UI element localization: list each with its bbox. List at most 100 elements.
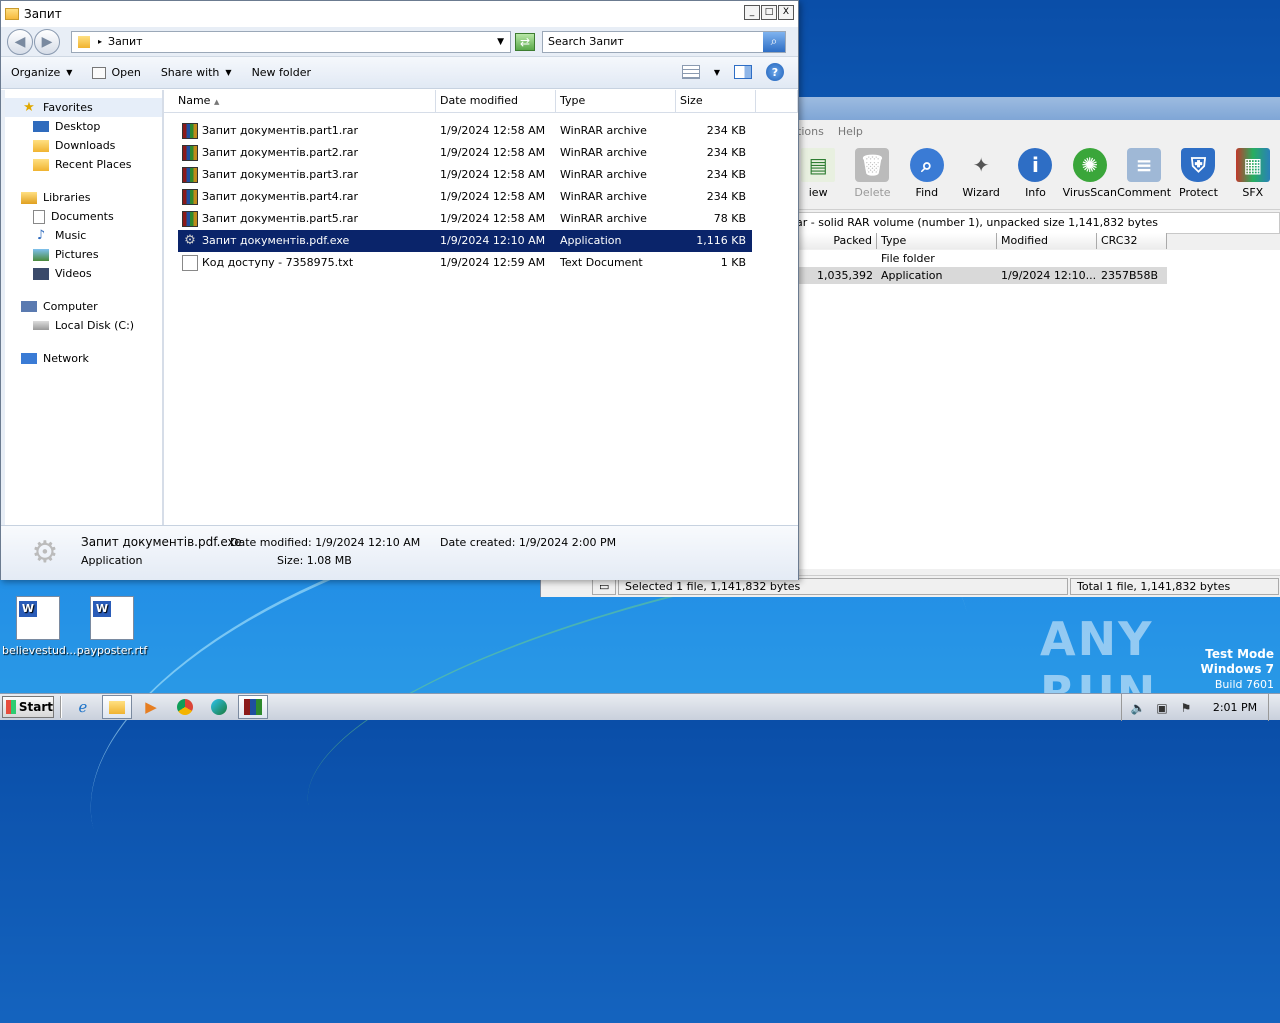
sfx-button[interactable]: ▦ SFX — [1226, 142, 1280, 209]
downloads-folder-icon — [33, 139, 49, 152]
open-icon — [92, 66, 107, 79]
drive-icon[interactable]: ▭ — [592, 578, 616, 595]
search-button[interactable]: ⌕ — [763, 31, 785, 52]
nav-label: Local Disk (C:) — [55, 319, 135, 332]
chevron-down-icon[interactable]: ▼ — [714, 68, 720, 77]
col-extra[interactable] — [756, 90, 798, 112]
col-packed[interactable]: Packed — [799, 233, 877, 249]
explorer-titlebar[interactable]: Запит _ □ X — [1, 1, 798, 27]
packed-cell — [799, 250, 877, 267]
col-type[interactable]: Type — [556, 90, 676, 112]
ie-icon[interactable]: ℯ — [68, 695, 98, 719]
open-button[interactable]: Open — [92, 66, 141, 79]
col-type[interactable]: Type — [877, 233, 997, 249]
clock[interactable]: 2:01 PM — [1202, 701, 1268, 714]
recent-places-icon — [33, 158, 49, 171]
nav-computer[interactable]: Computer — [1, 297, 162, 316]
file-type: WinRAR archive — [560, 124, 647, 137]
nav-favorites[interactable]: ★ Favorites — [1, 98, 162, 117]
protect-button[interactable]: ⛨ Protect — [1171, 142, 1225, 209]
nav-desktop[interactable]: Desktop — [1, 117, 162, 136]
details-date-modified: Date modified: 1/9/2024 12:10 AM — [230, 536, 421, 549]
navigation-pane[interactable]: ★ Favorites Desktop Downloads Recent Plac… — [1, 90, 163, 525]
show-desktop-button[interactable] — [1268, 694, 1280, 721]
edge-icon[interactable] — [204, 695, 234, 719]
delete-button[interactable]: 🗑 Delete — [845, 142, 899, 209]
address-bar[interactable]: ▸ Запит ▼ — [71, 30, 511, 53]
list-item[interactable]: 1,035,392 Application 1/9/2024 12:10... … — [799, 267, 1167, 284]
col-modified[interactable]: Modified — [997, 233, 1097, 249]
search-box: ⌕ — [542, 30, 786, 53]
minimize-button[interactable]: _ — [744, 5, 760, 20]
search-input[interactable] — [543, 32, 763, 51]
speaker-icon[interactable]: 🔈 — [1130, 701, 1146, 715]
help-icon[interactable]: ? — [766, 63, 784, 81]
file-row-selected[interactable]: ⚙ Запит документів.pdf.exe 1/9/2024 12:10 … — [178, 230, 752, 252]
desktop-icon-payposter[interactable]: W payposter.rtf — [76, 596, 148, 657]
col-size[interactable]: Size — [676, 90, 756, 112]
network-tray-icon[interactable]: ▣ — [1154, 701, 1170, 715]
open-label: Open — [111, 66, 141, 79]
view-controls: ▼ ? — [681, 63, 784, 81]
back-button[interactable]: ◀ — [7, 28, 33, 55]
nav-libraries[interactable]: Libraries — [1, 188, 162, 207]
shield-icon: ⛨ — [1181, 148, 1216, 182]
test-mode-line: Test Mode — [1205, 647, 1274, 661]
find-button[interactable]: ⌕ Find — [900, 142, 954, 209]
info-button[interactable]: i Info — [1008, 142, 1062, 209]
col-crc32[interactable]: CRC32 — [1097, 233, 1167, 249]
share-with-button[interactable]: Share with ▼ — [161, 66, 232, 79]
file-name: Запит документів.part3.rar — [202, 168, 359, 181]
breadcrumb[interactable]: Запит — [108, 35, 497, 48]
desktop-icon-label: believestud... — [2, 644, 77, 657]
file-row[interactable]: Запит документів.part3.rar 1/9/2024 12:58… — [178, 164, 752, 186]
virusscan-button[interactable]: ✺ VirusScan — [1063, 142, 1117, 209]
file-row[interactable]: Запит документів.part5.rar 1/9/2024 12:58… — [178, 208, 752, 230]
new-folder-button[interactable]: New folder — [252, 66, 311, 79]
nav-videos[interactable]: Videos — [1, 264, 162, 283]
nav-pictures[interactable]: Pictures — [1, 245, 162, 264]
maximize-button[interactable]: □ — [761, 5, 777, 20]
file-row[interactable]: Запит документів.part4.rar 1/9/2024 12:58… — [178, 186, 752, 208]
explorer-window[interactable]: Запит _ □ X ◀ ▶ ▸ Запит ▼ ⇄ ⌕ Organize ▼ … — [0, 0, 799, 580]
desktop-icon — [33, 121, 49, 132]
folder-icon — [78, 35, 90, 48]
list-item[interactable]: File folder — [799, 250, 1280, 267]
explorer-taskbar-icon[interactable] — [102, 695, 132, 719]
menu-item-options[interactable]: tions — [797, 125, 824, 138]
nav-documents[interactable]: Documents — [1, 207, 162, 226]
close-button[interactable]: X — [778, 5, 794, 20]
chrome-icon[interactable] — [170, 695, 200, 719]
flag-icon[interactable]: ⚑ — [1178, 701, 1194, 715]
col-name[interactable]: Name ▲ — [164, 90, 436, 112]
menu-item-help[interactable]: Help — [838, 125, 863, 138]
organize-button[interactable]: Organize ▼ — [11, 66, 72, 79]
nav-network[interactable]: Network — [1, 349, 162, 368]
file-row[interactable]: Запит документів.part1.rar 1/9/2024 12:58… — [178, 120, 752, 142]
desktop-icon-believestud[interactable]: W believestud... — [2, 596, 77, 657]
arrow-right-icon: ▶ — [41, 33, 53, 50]
col-date-modified[interactable]: Date modified — [436, 90, 556, 112]
winrar-taskbar-icon[interactable] — [238, 695, 268, 719]
winrar-file-list[interactable]: File folder 1,035,392 Application 1/9/20… — [799, 250, 1280, 569]
comment-button[interactable]: ≡ Comment — [1117, 142, 1171, 209]
file-row[interactable]: Код доступу - 7358975.txt 1/9/2024 12:59 … — [178, 252, 752, 274]
change-view-icon[interactable] — [681, 65, 700, 79]
nav-recent-places[interactable]: Recent Places — [1, 155, 162, 174]
refresh-button[interactable]: ⇄ — [515, 32, 535, 51]
media-player-icon[interactable]: ▶ — [136, 695, 166, 719]
chevron-down-icon[interactable]: ▼ — [497, 37, 510, 47]
preview-pane-icon[interactable] — [734, 65, 752, 79]
file-row[interactable]: Запит документів.part2.rar 1/9/2024 12:58… — [178, 142, 752, 164]
nav-music[interactable]: ♪ Music — [1, 226, 162, 245]
arrow-left-icon: ◀ — [14, 33, 26, 50]
forward-button[interactable]: ▶ — [34, 28, 60, 55]
view-button[interactable]: ▤ iew — [791, 142, 845, 209]
breadcrumb-arrow-icon[interactable]: ▸ — [98, 37, 102, 46]
wizard-button[interactable]: ✦ Wizard — [954, 142, 1008, 209]
libraries-icon — [21, 191, 37, 204]
nav-downloads[interactable]: Downloads — [1, 136, 162, 155]
file-list-pane[interactable]: Name ▲ Date modified Type Size Запит док… — [163, 90, 798, 525]
nav-local-disk[interactable]: Local Disk (C:) — [1, 316, 162, 335]
start-button[interactable]: Start — [2, 696, 54, 718]
